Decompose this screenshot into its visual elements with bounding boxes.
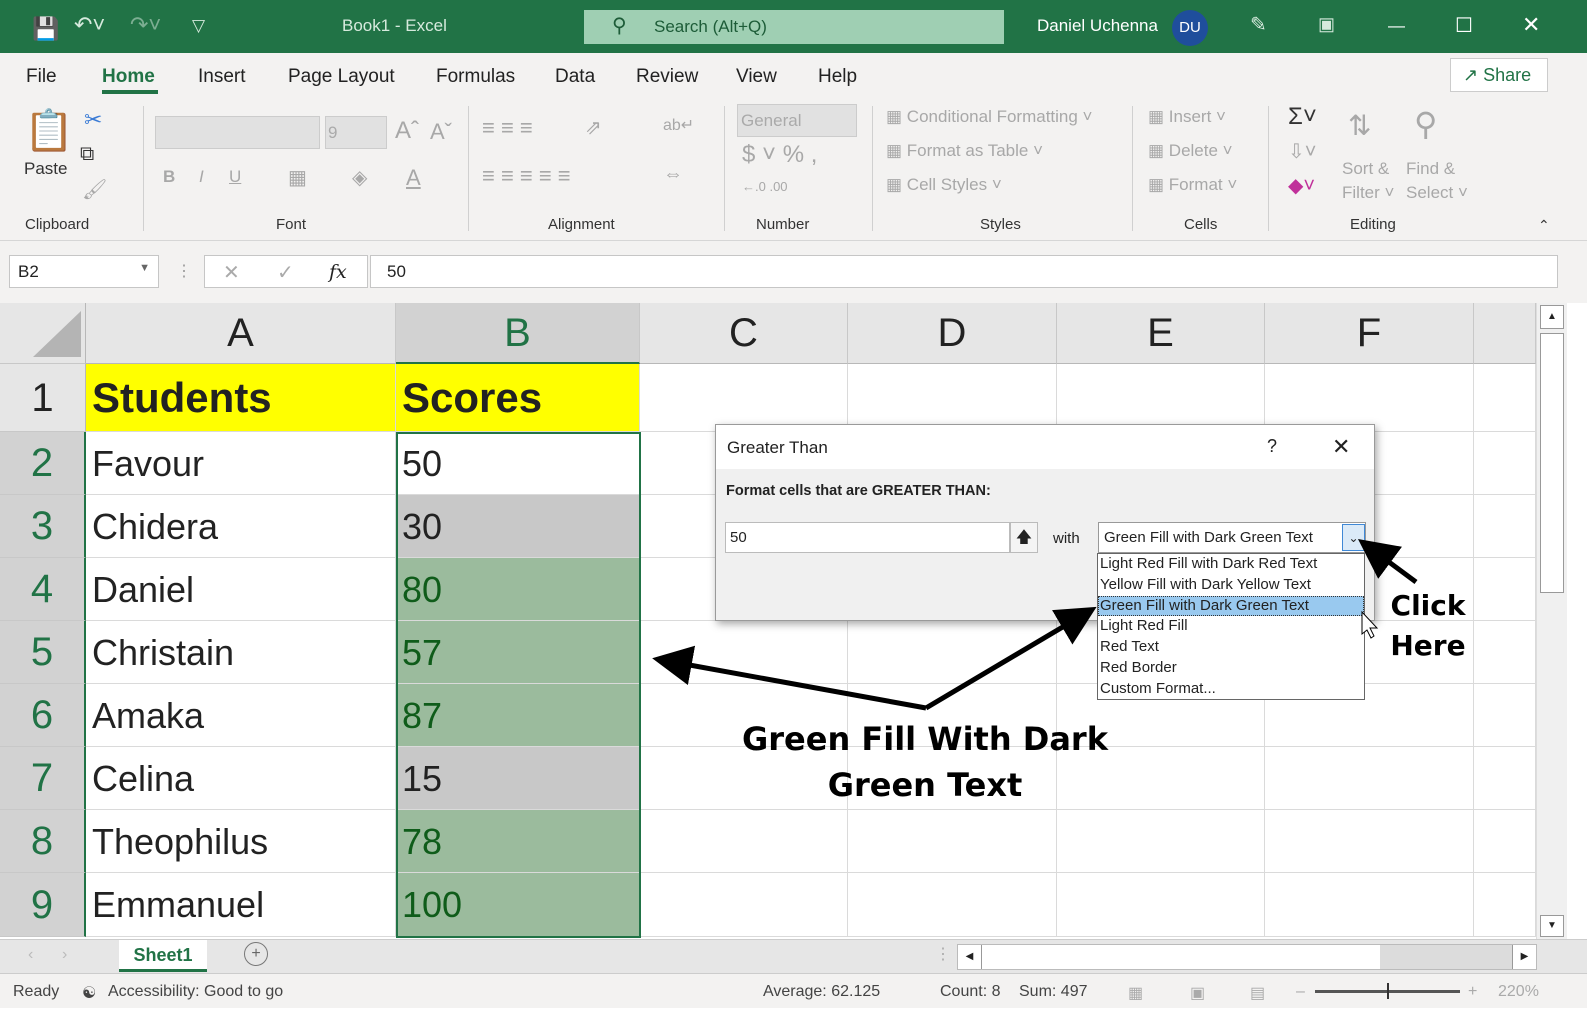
mouse-cursor-icon [1361,610,1379,639]
green-fill-annotation: Green Fill With Dark Green Text [720,716,1130,808]
annotation-text: Here [1390,629,1466,662]
annotation-text: Green Fill With Dark [742,720,1108,758]
arrow-to-cells [652,645,927,711]
click-here-annotation: Click Here [1378,586,1478,666]
annotation-text: Click [1390,589,1466,622]
annotation-text: Green Text [827,766,1023,804]
arrow-to-dropdown [1357,539,1418,585]
arrow-to-option [924,606,1097,711]
annotation-arrows [652,539,1418,711]
